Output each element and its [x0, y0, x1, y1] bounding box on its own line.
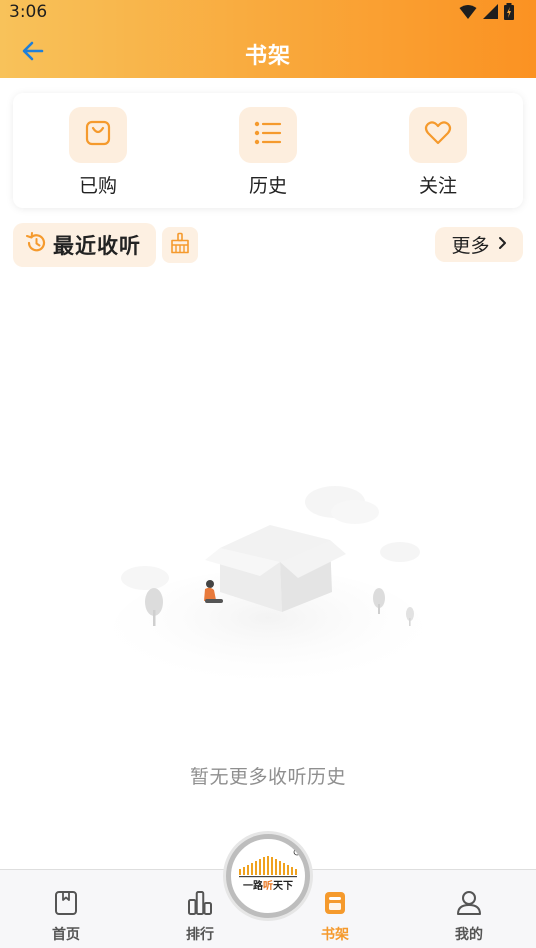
empty-state-illustration — [110, 480, 426, 700]
signal-icon — [483, 4, 498, 23]
nav-label-home: 首页 — [52, 927, 80, 943]
center-logo-button[interactable]: 一路听天下 — [226, 834, 310, 918]
quick-label-history: 历史 — [248, 175, 287, 197]
navbar: 书架 — [0, 26, 536, 78]
nav-label-ranking: 排行 — [186, 927, 214, 943]
broom-icon — [169, 232, 191, 258]
more-button[interactable]: 更多 — [435, 227, 523, 262]
empty-state-text: 暂无更多收听历史 — [189, 766, 346, 788]
header: 3:06 书架 — [0, 0, 536, 78]
quick-label-purchased: 已购 — [78, 175, 117, 197]
status-bar: 3:06 — [0, 0, 536, 26]
nav-label-bookshelf: 书架 — [321, 927, 349, 943]
svg-text:一路听天下: 一路听天下 — [243, 879, 293, 892]
heart-icon — [424, 120, 452, 150]
nav-item-mine[interactable]: 我的 — [434, 890, 504, 944]
clear-history-button[interactable] — [162, 227, 198, 263]
user-icon — [456, 890, 482, 920]
quick-actions-card: 已购 历史 关注 — [13, 93, 523, 208]
shopping-bag-icon — [84, 119, 112, 151]
bookshelf-icon — [323, 890, 347, 920]
quick-item-history[interactable]: 历史 — [183, 93, 353, 208]
battery-icon — [504, 3, 514, 24]
quick-icon-box — [239, 107, 297, 163]
bar-chart-icon — [187, 890, 213, 920]
status-time: 3:06 — [9, 2, 48, 22]
more-label: 更多 — [451, 235, 490, 257]
section-title: 最近收听 — [53, 234, 141, 258]
nav-label-mine: 我的 — [455, 927, 483, 943]
list-icon — [254, 121, 282, 149]
history-clock-icon — [25, 232, 47, 258]
nav-item-home[interactable]: 首页 — [31, 890, 101, 944]
chevron-right-icon — [498, 235, 507, 254]
wifi-icon — [459, 4, 477, 24]
quick-icon-box — [69, 107, 127, 163]
bookmark-icon — [54, 890, 78, 920]
app-logo-icon: 一路听天下 — [232, 840, 304, 912]
quick-item-purchased[interactable]: 已购 — [13, 93, 183, 208]
nav-item-bookshelf[interactable]: 书架 — [300, 890, 370, 944]
quick-icon-box — [409, 107, 467, 163]
nav-item-ranking[interactable]: 排行 — [165, 890, 235, 944]
recent-section-header: 最近收听 — [13, 223, 156, 267]
page-title: 书架 — [244, 44, 291, 69]
quick-label-follow: 关注 — [418, 175, 457, 197]
quick-item-follow[interactable]: 关注 — [353, 93, 523, 208]
status-icons — [459, 3, 514, 24]
